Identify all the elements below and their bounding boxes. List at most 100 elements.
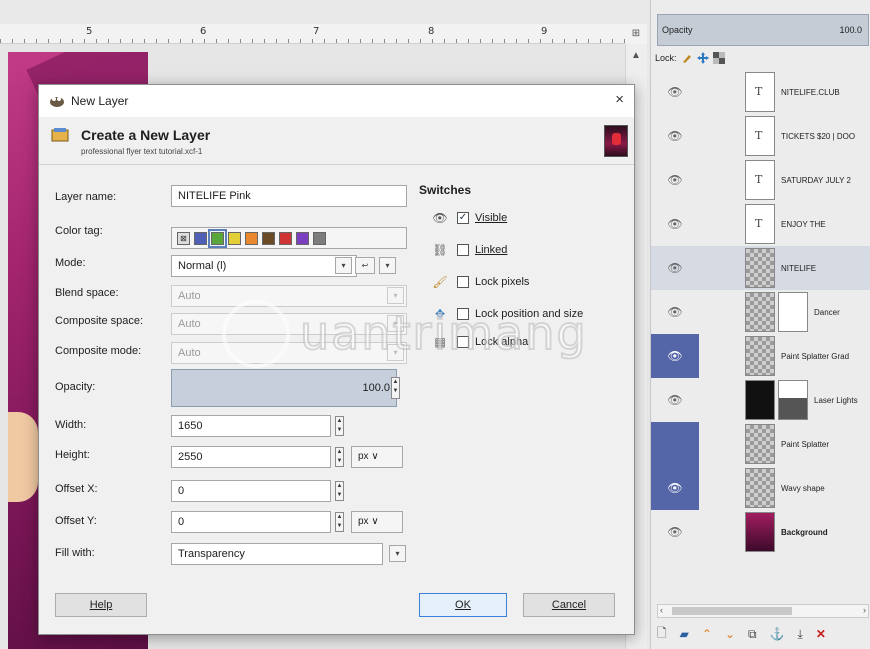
anchor-layer-icon[interactable]: ⚓ bbox=[770, 627, 785, 641]
layer-row[interactable]: 👁 Laser Lights bbox=[651, 378, 870, 422]
lock-pixels-icon[interactable] bbox=[681, 52, 693, 64]
lock-alpha-checkbox[interactable] bbox=[457, 336, 469, 348]
layer-name: Laser Lights bbox=[814, 395, 858, 405]
composite-space-dropdown-icon[interactable]: ▾ bbox=[387, 315, 404, 332]
layer-row[interactable]: 👁 Background bbox=[651, 510, 870, 554]
merge-layer-icon[interactable]: ⤓ bbox=[798, 627, 803, 642]
color-tag-orange[interactable] bbox=[245, 231, 258, 245]
eye-icon[interactable]: 👁 bbox=[651, 158, 699, 202]
mode-options-icon[interactable]: ▾ bbox=[379, 257, 396, 274]
height-unit-select[interactable]: px ∨ bbox=[351, 446, 403, 468]
color-tag-green[interactable] bbox=[208, 228, 227, 248]
eye-icon[interactable]: 👁 bbox=[651, 114, 699, 158]
switch-lock-pixels[interactable]: 🖌 Lock pixels bbox=[429, 273, 529, 291]
fill-with-label: Fill with: bbox=[55, 547, 95, 559]
switch-label: Visible bbox=[475, 212, 508, 224]
layer-opacity-slider[interactable]: Opacity 100.0 bbox=[657, 14, 869, 46]
eye-icon[interactable]: 👁 bbox=[651, 334, 699, 378]
dialog-header: Create a New Layer professional flyer te… bbox=[39, 119, 634, 165]
duplicate-layer-icon[interactable]: ⧉ bbox=[748, 627, 757, 642]
height-input[interactable]: 2550 bbox=[171, 446, 331, 468]
raise-layer-icon[interactable]: ⌃ bbox=[702, 627, 712, 641]
visible-checkbox[interactable]: ✓ bbox=[457, 212, 469, 224]
eye-icon[interactable]: 👁 bbox=[651, 290, 699, 334]
new-layer-icon[interactable]: 🗋 bbox=[657, 624, 667, 645]
switch-linked[interactable]: ⛓ Linked bbox=[429, 241, 507, 259]
fill-with-dropdown-icon[interactable]: ▾ bbox=[389, 545, 406, 562]
fill-with-select[interactable]: Transparency bbox=[171, 543, 383, 565]
help-button[interactable]: Help bbox=[55, 593, 147, 617]
mode-switch-icon[interactable]: ↩ bbox=[355, 257, 375, 274]
opacity-label: Opacity bbox=[662, 25, 693, 35]
layer-row[interactable]: 👁 Paint Splatter Grad bbox=[651, 334, 870, 378]
lock-position-checkbox[interactable] bbox=[457, 308, 469, 320]
width-input[interactable]: 1650 bbox=[171, 415, 331, 437]
eye-icon[interactable]: 👁 bbox=[651, 70, 699, 114]
scroll-right-icon[interactable]: › bbox=[863, 605, 866, 615]
composite-mode-dropdown-icon[interactable]: ▾ bbox=[387, 344, 404, 361]
switch-lock-alpha[interactable]: ▦ Lock alpha bbox=[429, 333, 528, 351]
color-tag-yellow[interactable] bbox=[228, 231, 241, 245]
layer-name-label: Layer name: bbox=[55, 191, 117, 203]
layer-row[interactable]: 👁 NITELIFE.CLUB bbox=[651, 70, 870, 114]
ok-button[interactable]: OK bbox=[419, 593, 507, 617]
unit-label: px bbox=[358, 516, 369, 527]
switch-lock-position[interactable]: ✥ Lock position and size bbox=[429, 305, 583, 323]
lock-alpha-icon[interactable] bbox=[712, 52, 725, 64]
ruler-number: 7 bbox=[313, 26, 320, 37]
offset-y-spinner[interactable]: ▲ ▼ bbox=[335, 512, 344, 532]
composite-mode-select[interactable]: Auto bbox=[171, 342, 407, 364]
opacity-slider[interactable]: 100.0 bbox=[171, 369, 397, 407]
color-tag-gray[interactable] bbox=[313, 231, 326, 245]
ok-label: OK bbox=[455, 599, 471, 611]
layer-name: TICKETS $20 | DOO bbox=[781, 131, 856, 141]
offset-x-input[interactable]: 0 bbox=[171, 480, 331, 502]
eye-icon[interactable]: 👁 bbox=[651, 246, 699, 290]
new-layer-group-icon[interactable]: ▰ bbox=[680, 627, 689, 641]
layer-row[interactable]: 👁 TICKETS $20 | DOO bbox=[651, 114, 870, 158]
layer-name-input[interactable]: NITELIFE Pink bbox=[171, 185, 407, 207]
color-tag-violet[interactable] bbox=[296, 231, 309, 245]
scroll-left-icon[interactable]: ‹ bbox=[660, 605, 663, 615]
mode-dropdown-icon[interactable]: ▾ bbox=[335, 257, 352, 274]
height-spinner[interactable]: ▲ ▼ bbox=[335, 447, 344, 467]
composite-space-select[interactable]: Auto bbox=[171, 313, 407, 335]
color-tag-blue[interactable] bbox=[194, 231, 207, 245]
mode-select[interactable]: Normal (l) bbox=[171, 255, 357, 277]
eye-icon[interactable]: 👁 bbox=[651, 202, 699, 246]
offset-x-spinner[interactable]: ▲ ▼ bbox=[335, 481, 344, 501]
zoom-icon[interactable]: ⊞ bbox=[625, 24, 647, 44]
color-tag-red[interactable] bbox=[279, 231, 292, 245]
color-tag-label: Color tag: bbox=[55, 225, 103, 237]
eye-icon[interactable]: 👁 bbox=[651, 378, 699, 422]
scrollbar-thumb[interactable] bbox=[672, 607, 792, 615]
offset-y-input[interactable]: 0 bbox=[171, 511, 331, 533]
switch-visible[interactable]: 👁 ✓ Visible bbox=[429, 209, 507, 227]
layer-row-selected[interactable]: 👁 NITELIFE bbox=[651, 246, 870, 290]
offset-unit-select[interactable]: px ∨ bbox=[351, 511, 403, 533]
blend-space-select[interactable]: Auto bbox=[171, 285, 407, 307]
close-icon[interactable]: × bbox=[615, 91, 624, 108]
opacity-spinner[interactable]: ▲ ▼ bbox=[391, 377, 400, 399]
layer-row[interactable]: 👁 SATURDAY JULY 2 bbox=[651, 158, 870, 202]
dialog-titlebar[interactable]: New Layer × bbox=[39, 85, 634, 117]
layer-row[interactable]: 👁 ENJOY THE bbox=[651, 202, 870, 246]
width-spinner[interactable]: ▲ ▼ bbox=[335, 416, 344, 436]
eye-icon[interactable]: 👁 bbox=[651, 510, 699, 554]
color-tag-none[interactable]: ⊠ bbox=[177, 231, 190, 245]
layer-row[interactable]: 👁 Wavy shape bbox=[651, 466, 870, 510]
lock-pixels-checkbox[interactable] bbox=[457, 276, 469, 288]
layer-row[interactable]: Paint Splatter bbox=[651, 422, 870, 466]
lock-position-icon[interactable] bbox=[696, 52, 709, 64]
delete-layer-icon[interactable]: ✕ bbox=[816, 627, 826, 641]
blend-space-dropdown-icon[interactable]: ▾ bbox=[387, 287, 404, 304]
eye-icon[interactable] bbox=[651, 422, 699, 466]
cancel-button[interactable]: Cancel bbox=[523, 593, 615, 617]
scroll-up-icon[interactable]: ▲ bbox=[631, 50, 641, 61]
layers-horizontal-scrollbar[interactable]: ‹ › bbox=[657, 604, 869, 618]
eye-icon[interactable]: 👁 bbox=[651, 466, 699, 510]
lower-layer-icon[interactable]: ⌄ bbox=[725, 627, 735, 641]
color-tag-brown[interactable] bbox=[262, 231, 275, 245]
layer-row[interactable]: 👁 Dancer bbox=[651, 290, 870, 334]
linked-checkbox[interactable] bbox=[457, 244, 469, 256]
